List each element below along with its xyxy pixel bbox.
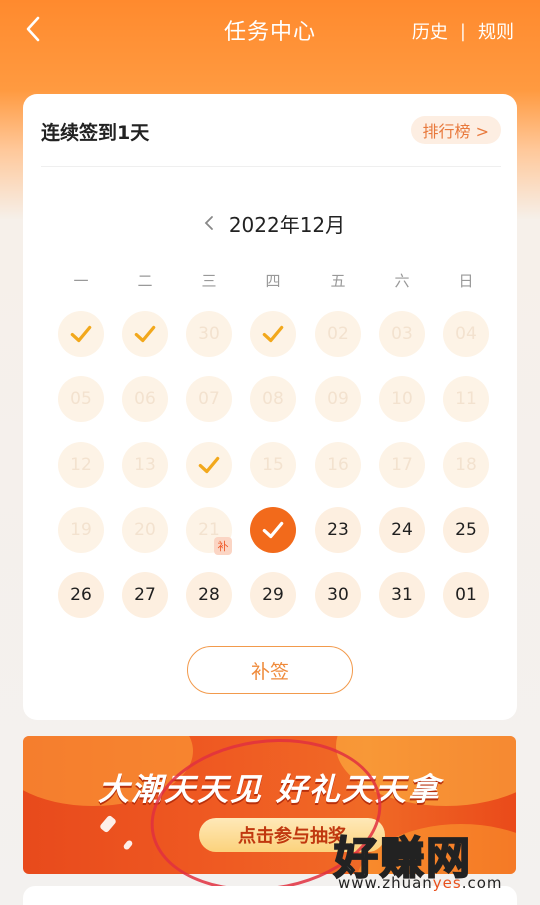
day-number: 11 bbox=[455, 389, 477, 409]
checkmark-icon bbox=[198, 456, 220, 474]
calendar-day[interactable]: 30 bbox=[186, 311, 232, 357]
calendar-day[interactable]: 06 bbox=[122, 376, 168, 422]
calendar-day[interactable]: 09 bbox=[315, 376, 361, 422]
calendar-day[interactable]: 17 bbox=[379, 442, 425, 488]
watermark-url: www.zhuanyes.com bbox=[338, 874, 503, 892]
top-bar: 任务中心 历史 | 规则 bbox=[0, 0, 540, 58]
day-number: 06 bbox=[134, 389, 156, 409]
calendar-day[interactable]: 25 bbox=[443, 507, 489, 553]
calendar-day[interactable]: 27 bbox=[122, 572, 168, 618]
day-number: 02 bbox=[327, 324, 349, 344]
calendar-day[interactable] bbox=[186, 442, 232, 488]
calendar-day[interactable]: 12 bbox=[58, 442, 104, 488]
calendar-day[interactable]: 29 bbox=[250, 572, 296, 618]
checkmark-icon bbox=[70, 325, 92, 343]
calendar-day[interactable]: 24 bbox=[379, 507, 425, 553]
day-number: 16 bbox=[327, 455, 349, 475]
day-number: 27 bbox=[134, 585, 156, 605]
day-number: 01 bbox=[455, 585, 477, 605]
calendar-day[interactable]: 08 bbox=[250, 376, 296, 422]
day-number: 28 bbox=[198, 585, 220, 605]
day-number: 19 bbox=[70, 520, 92, 540]
checkmark-icon bbox=[262, 521, 284, 539]
day-number: 29 bbox=[262, 585, 284, 605]
day-number: 31 bbox=[391, 585, 413, 605]
calendar-day[interactable]: 02 bbox=[315, 311, 361, 357]
rules-link[interactable]: 规则 bbox=[478, 18, 514, 44]
day-number: 05 bbox=[70, 389, 92, 409]
calendar-day[interactable]: 23 bbox=[315, 507, 361, 553]
calendar-day[interactable]: 07 bbox=[186, 376, 232, 422]
calendar-day[interactable]: 28 bbox=[186, 572, 232, 618]
day-number: 17 bbox=[391, 455, 413, 475]
sparkle-icon bbox=[99, 814, 117, 834]
day-number: 12 bbox=[70, 455, 92, 475]
calendar-day[interactable]: 26 bbox=[58, 572, 104, 618]
day-number: 25 bbox=[455, 520, 477, 540]
calendar-day[interactable]: 18 bbox=[443, 442, 489, 488]
calendar-day[interactable]: 05 bbox=[58, 376, 104, 422]
calendar-day[interactable]: 30 bbox=[315, 572, 361, 618]
day-number: 03 bbox=[391, 324, 413, 344]
day-number: 18 bbox=[455, 455, 477, 475]
watermark: 好赚网 www.zhuanyes.com bbox=[330, 822, 530, 900]
day-number: 15 bbox=[262, 455, 284, 475]
day-number: 24 bbox=[391, 520, 413, 540]
day-number: 30 bbox=[198, 324, 220, 344]
day-number: 30 bbox=[327, 585, 349, 605]
calendar-grid: 30 02 03 04 05 06 07 08 09 10 11 12 13 15 16 17 18 19 20 21… bbox=[23, 94, 517, 720]
checkmark-icon bbox=[134, 325, 156, 343]
makeup-signin-button[interactable]: 补签 bbox=[187, 646, 353, 694]
calendar-day[interactable] bbox=[58, 311, 104, 357]
day-number: 08 bbox=[262, 389, 284, 409]
header-links: 历史 | 规则 bbox=[412, 18, 514, 44]
calendar-day[interactable]: 11 bbox=[443, 376, 489, 422]
calendar-day[interactable]: 13 bbox=[122, 442, 168, 488]
day-number: 10 bbox=[391, 389, 413, 409]
watermark-url-part: .com bbox=[461, 874, 503, 892]
day-number: 13 bbox=[134, 455, 156, 475]
day-number: 26 bbox=[70, 585, 92, 605]
history-link[interactable]: 历史 bbox=[412, 18, 448, 44]
calendar-day[interactable]: 03 bbox=[379, 311, 425, 357]
watermark-url-highlight: yes bbox=[432, 874, 462, 892]
link-separator: | bbox=[459, 20, 466, 42]
checkmark-icon bbox=[262, 325, 284, 343]
calendar-day[interactable]: 16 bbox=[315, 442, 361, 488]
calendar-day[interactable]: 15 bbox=[250, 442, 296, 488]
makeup-badge: 补 bbox=[214, 537, 232, 555]
calendar-day[interactable]: 31 bbox=[379, 572, 425, 618]
calendar-day[interactable] bbox=[250, 507, 296, 553]
day-number: 07 bbox=[198, 389, 220, 409]
day-number: 23 bbox=[327, 520, 349, 540]
checkin-card: 连续签到1天 排行榜 > 2022年12月 一二三四五六日 30 02 03 04 05… bbox=[23, 94, 517, 720]
calendar-day[interactable] bbox=[250, 311, 296, 357]
day-number: 09 bbox=[327, 389, 349, 409]
calendar-day[interactable]: 20 bbox=[122, 507, 168, 553]
calendar-day[interactable] bbox=[122, 311, 168, 357]
watermark-url-part: www.zhuan bbox=[338, 874, 433, 892]
calendar-day[interactable]: 10 bbox=[379, 376, 425, 422]
calendar-day[interactable]: 21 补 bbox=[186, 507, 232, 555]
day-number: 04 bbox=[455, 324, 477, 344]
sparkle-icon bbox=[122, 839, 134, 851]
calendar-day[interactable]: 01 bbox=[443, 572, 489, 618]
day-number: 20 bbox=[134, 520, 156, 540]
calendar-day[interactable]: 19 bbox=[58, 507, 104, 553]
calendar-day[interactable]: 04 bbox=[443, 311, 489, 357]
